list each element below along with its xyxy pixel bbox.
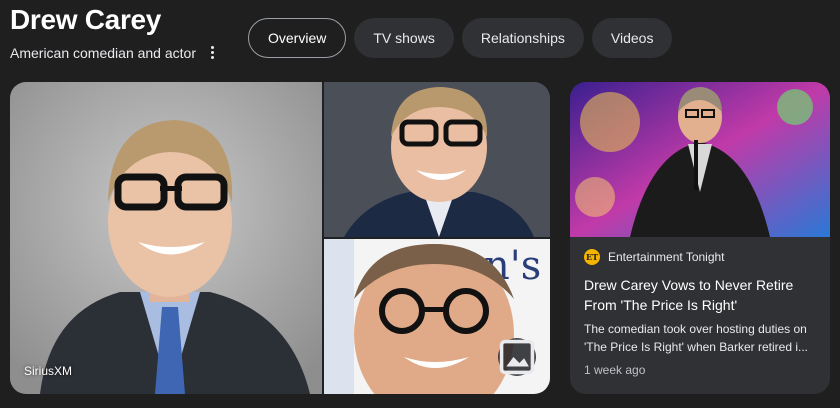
headshot-image[interactable]	[324, 82, 550, 237]
news-source: ET Entertainment Tonight	[584, 249, 725, 265]
news-snippet: The comedian took over hosting duties on…	[584, 320, 820, 356]
news-timestamp: 1 week ago	[584, 363, 646, 377]
tab-overview[interactable]: Overview	[248, 18, 347, 58]
news-thumbnail[interactable]	[570, 82, 830, 237]
closeup-image[interactable]: n's	[324, 239, 550, 394]
image-search-button[interactable]	[498, 338, 536, 376]
news-card[interactable]: ET Entertainment Tonight Drew Carey Vows…	[570, 82, 830, 394]
image-credit: SiriusXM	[24, 364, 73, 378]
snippet-line-1: The comedian took over hosting duties on	[584, 322, 807, 336]
image-gallery: SiriusXM n's	[10, 82, 550, 394]
page-title: Drew Carey	[10, 4, 162, 35]
et-logo-icon: ET	[584, 249, 600, 265]
image-icon	[499, 339, 535, 375]
main-portrait-image[interactable]: SiriusXM	[10, 82, 322, 394]
tab-relationships[interactable]: Relationships	[461, 18, 584, 58]
snippet-line-2: 'The Price Is Right' when Barker retired…	[584, 340, 808, 354]
tab-bar: Overview TV shows Relationships Videos	[248, 18, 673, 58]
news-headline[interactable]: Drew Carey Vows to Never Retire From 'Th…	[584, 275, 820, 315]
entity-description: American comedian and actor	[10, 45, 196, 61]
source-name: Entertainment Tonight	[608, 250, 725, 264]
tab-tv-shows[interactable]: TV shows	[354, 18, 454, 58]
more-options-icon[interactable]	[205, 40, 219, 64]
tab-videos[interactable]: Videos	[591, 18, 673, 58]
